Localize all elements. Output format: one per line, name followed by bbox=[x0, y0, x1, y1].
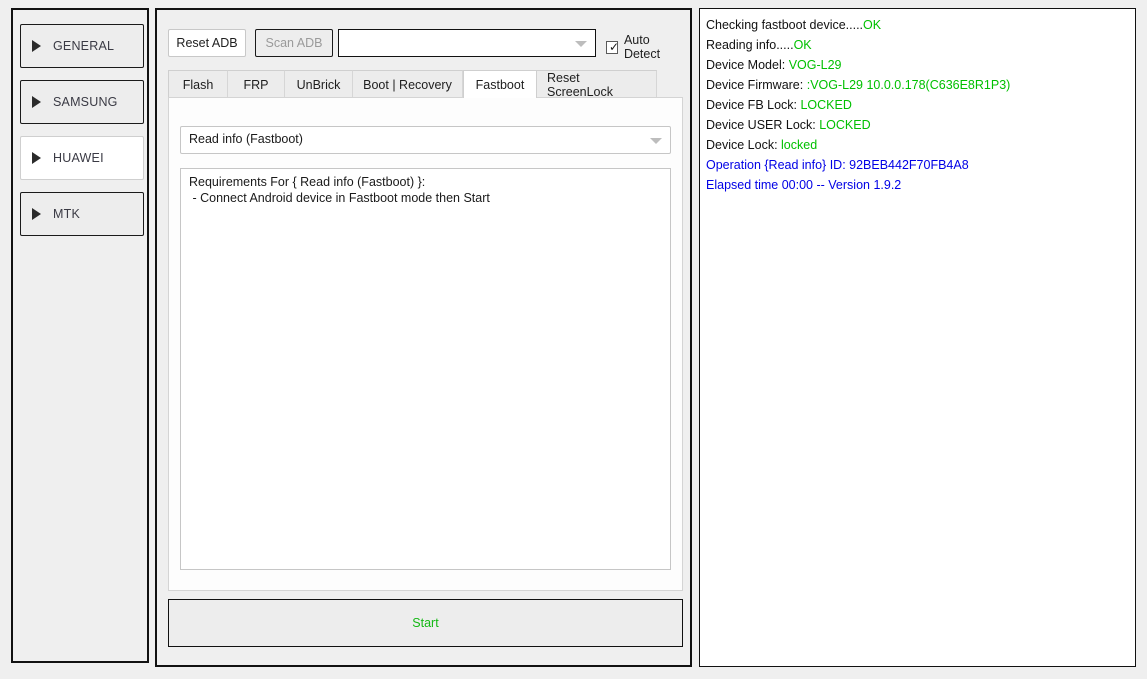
tab-fastboot[interactable]: Fastboot bbox=[463, 70, 537, 98]
log-segment: LOCKED bbox=[819, 118, 871, 132]
sidebar-item-samsung[interactable]: SAMSUNG bbox=[20, 80, 144, 124]
triangle-right-icon bbox=[32, 40, 41, 52]
log-segment: Device USER Lock: bbox=[706, 118, 820, 132]
log-segment: Reading info..... bbox=[706, 38, 794, 52]
sidebar: GENERAL SAMSUNG HUAWEI MTK bbox=[11, 8, 149, 663]
reset-adb-button[interactable]: Reset ADB bbox=[168, 29, 246, 57]
log-segment: Device FB Lock: bbox=[706, 98, 801, 112]
chevron-down-icon bbox=[650, 138, 662, 144]
auto-detect-label: Auto Detect bbox=[623, 33, 661, 61]
log-segment: locked bbox=[781, 138, 818, 152]
tab-reset-screenlock[interactable]: Reset ScreenLock bbox=[537, 70, 657, 99]
log-segment: LOCKED bbox=[800, 98, 852, 112]
application-window: GENERAL SAMSUNG HUAWEI MTK Reset ADB Scan A… bbox=[0, 0, 1147, 679]
tab-boot-recovery[interactable]: Boot | Recovery bbox=[353, 70, 463, 98]
triangle-right-icon bbox=[32, 208, 41, 220]
log-line: Device Model: VOG-L29 bbox=[706, 55, 1129, 75]
log-line: Device Lock: locked bbox=[706, 135, 1129, 155]
log-segment: Device Firmware: bbox=[706, 78, 807, 92]
triangle-right-icon bbox=[32, 152, 41, 164]
adb-toolbar: Reset ADB Scan ADB ✓ Auto Detect bbox=[168, 29, 683, 61]
start-button[interactable]: Start bbox=[168, 599, 683, 647]
log-line: Device FB Lock: LOCKED bbox=[706, 95, 1129, 115]
log-segment: Checking fastboot device..... bbox=[706, 18, 864, 32]
log-segment: Elapsed time 00:00 -- Version 1.9.2 bbox=[706, 178, 902, 192]
log-line: Device USER Lock: LOCKED bbox=[706, 115, 1129, 135]
sidebar-item-mtk[interactable]: MTK bbox=[20, 192, 144, 236]
tab-content-fastboot: Read info (Fastboot) Requirements For { … bbox=[168, 97, 683, 591]
auto-detect-checkbox[interactable]: ✓ Auto Detect bbox=[606, 33, 683, 61]
sidebar-item-label: MTK bbox=[53, 207, 80, 221]
log-line: Operation {Read info} ID: 92BEB442F70FB4… bbox=[706, 155, 1129, 175]
log-segment: Device Lock: bbox=[706, 138, 782, 152]
log-output-panel[interactable]: Checking fastboot device.....OK Reading i… bbox=[699, 8, 1136, 667]
checkbox-box[interactable]: ✓ bbox=[606, 39, 620, 54]
tab-frp[interactable]: FRP bbox=[228, 70, 285, 98]
tab-unbrick[interactable]: UnBrick bbox=[285, 70, 353, 98]
sidebar-item-label: GENERAL bbox=[53, 39, 115, 53]
log-line: Reading info.....OK bbox=[706, 35, 1129, 55]
log-line: Checking fastboot device.....OK bbox=[706, 15, 1129, 35]
log-line: Device Firmware: :VOG-L29 10.0.0.178(C63… bbox=[706, 75, 1129, 95]
sidebar-item-huawei[interactable]: HUAWEI bbox=[20, 136, 144, 180]
requirements-textarea[interactable]: Requirements For { Read info (Fastboot) … bbox=[180, 168, 671, 570]
chevron-down-icon bbox=[575, 41, 587, 47]
log-segment: OK bbox=[793, 38, 812, 52]
log-segment: :VOG-L29 10.0.0.178(C636E8R1P3) bbox=[806, 78, 1011, 92]
sidebar-item-label: SAMSUNG bbox=[53, 95, 118, 109]
main-panel: Reset ADB Scan ADB ✓ Auto Detect Flash FR… bbox=[155, 8, 692, 667]
tab-bar: Flash FRP UnBrick Boot | Recovery Fastboot Re… bbox=[168, 70, 683, 99]
sidebar-item-general[interactable]: GENERAL bbox=[20, 24, 144, 68]
sidebar-item-label: HUAWEI bbox=[53, 151, 104, 165]
log-segment: Operation {Read info} ID: 92BEB442F70FB4… bbox=[706, 158, 969, 172]
device-select[interactable] bbox=[338, 29, 596, 57]
triangle-right-icon bbox=[32, 96, 41, 108]
tab-flash[interactable]: Flash bbox=[168, 70, 228, 98]
log-segment: Device Model: bbox=[706, 58, 789, 72]
check-icon: ✓ bbox=[609, 39, 620, 54]
log-segment: OK bbox=[863, 18, 882, 32]
operation-select[interactable]: Read info (Fastboot) bbox=[180, 126, 671, 154]
log-segment: VOG-L29 bbox=[788, 58, 842, 72]
scan-adb-button[interactable]: Scan ADB bbox=[255, 29, 333, 57]
log-line: Elapsed time 00:00 -- Version 1.9.2 bbox=[706, 175, 1129, 195]
operation-select-value: Read info (Fastboot) bbox=[189, 132, 303, 146]
